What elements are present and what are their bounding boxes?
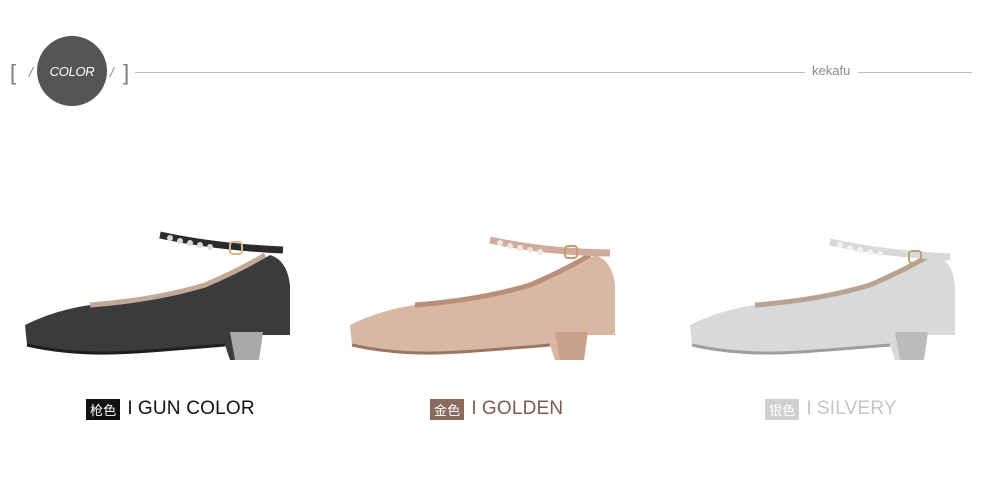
- chip-golden: 金色: [430, 398, 465, 420]
- right-slash: /: [110, 64, 114, 80]
- shoe-image-silvery: [690, 238, 955, 360]
- color-badge-label: COLOR: [49, 63, 95, 79]
- shoe-image-gun-color: [25, 231, 290, 360]
- header-divider-right: [858, 72, 972, 73]
- header-divider-left: [135, 72, 805, 73]
- color-badge: COLOR: [37, 36, 107, 106]
- product-name-gun-color: GUN COLOR: [137, 398, 255, 419]
- product-name-golden: GOLDEN: [481, 398, 564, 419]
- left-slash: /: [29, 64, 33, 80]
- left-bracket-close: ]: [123, 60, 130, 85]
- caption-separator: I: [806, 398, 812, 419]
- caption-separator: I: [471, 398, 477, 419]
- chip-silvery: 银色: [765, 398, 800, 420]
- section-header: [ / COLOR / ] kekafu: [0, 0, 990, 120]
- chip-gun-color: 枪色: [86, 398, 121, 420]
- caption-silvery: 银色 I SILVERY: [765, 398, 897, 420]
- caption-golden: 金色 I GOLDEN: [430, 398, 563, 420]
- caption-gun-color: 枪色 I GUN COLOR: [86, 398, 255, 420]
- product-name-silvery: SILVERY: [816, 398, 897, 419]
- brand-name: kekafu: [812, 63, 851, 78]
- caption-separator: I: [127, 398, 133, 419]
- shoe-image-golden: [350, 236, 615, 360]
- left-bracket-open: [: [10, 60, 17, 85]
